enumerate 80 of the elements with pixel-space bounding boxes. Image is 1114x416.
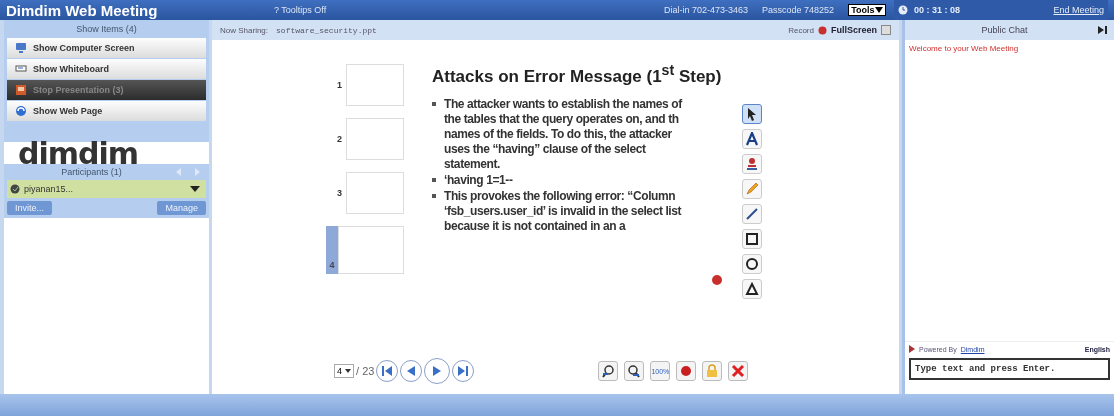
previous-icon <box>405 365 418 377</box>
bullet-icon <box>432 193 436 198</box>
record-icon <box>679 364 694 378</box>
window-title: Dimdim Web Meeting <box>6 1 159 19</box>
dial-in-number: Dial-in 702-473-3463 <box>664 5 749 15</box>
fullscreen-icon[interactable] <box>881 25 891 35</box>
lock-icon <box>705 364 720 378</box>
first-page-icon <box>381 365 394 377</box>
zoom-out-button[interactable] <box>624 361 645 381</box>
caret-icon <box>190 186 200 192</box>
fullscreen-button[interactable]: FullScreen <box>831 25 877 35</box>
bullet-icon <box>432 101 436 106</box>
globe-icon <box>15 105 27 117</box>
close-button[interactable] <box>728 361 749 381</box>
presentation-icon <box>15 84 27 96</box>
panel-title: Public Chat <box>980 25 1029 35</box>
panel-title: Participants (1) <box>60 167 123 177</box>
bullet-text: The attacker wants to establish the names of the tables that the query operates on, and th names of the fields. To do this, the attacker uses the “having” clause of the select statement. <box>444 96 682 172</box>
drawing-tool[interactable] <box>742 254 762 274</box>
panel-title: Show Items (4) <box>75 23 138 36</box>
triangle-icon <box>745 282 759 296</box>
drawing-tool[interactable] <box>742 129 762 149</box>
slide-number: 4 <box>326 226 338 274</box>
letter-icon <box>745 132 759 146</box>
status-check-icon <box>10 184 20 194</box>
page-total: / 23 <box>356 365 375 377</box>
circle-icon <box>745 257 759 271</box>
slide-title: Attacks on Error Message (1$^{st}$ Step) <box>432 62 723 87</box>
tooltips-toggle[interactable]: ? Tooltips Off <box>274 5 664 15</box>
caret-icon <box>345 369 351 373</box>
rectangle-icon <box>745 232 759 246</box>
bullet-text: ‘having 1=1-- <box>444 172 513 188</box>
slide-number: 1 <box>336 80 342 90</box>
slide-thumbnail[interactable] <box>346 118 404 160</box>
bullet-text: This provokes the following error: “Column ‘fsb_users.user_id’ is invalid in the select list because it is not contained in an a <box>444 188 682 234</box>
record-label: Record <box>788 25 814 35</box>
caret-icon <box>875 7 884 13</box>
chat-message: Welcome to your Web Meeting <box>909 44 1020 53</box>
drawing-tool[interactable] <box>742 229 762 249</box>
last-page-icon <box>457 365 470 377</box>
sharing-label: Now Sharing: <box>220 25 269 35</box>
chat-input[interactable]: Type text and press Enter. <box>909 358 1110 380</box>
participant-item[interactable]: piyanan15... <box>7 180 206 198</box>
end-meeting-link[interactable]: End Meeting <box>1053 5 1104 15</box>
zoom-in-button[interactable] <box>598 361 619 381</box>
slide-thumbnail[interactable] <box>346 172 404 214</box>
page-select[interactable]: 4 <box>334 364 354 378</box>
whiteboard-icon <box>15 63 27 75</box>
passcode: Passcode 748252 <box>762 5 835 15</box>
slide-thumbnail[interactable] <box>338 226 404 274</box>
record-button[interactable] <box>676 361 697 381</box>
previous-button[interactable] <box>400 360 423 382</box>
pencil-icon <box>745 182 759 196</box>
tools-menu[interactable]: Tools <box>848 4 887 16</box>
arrow-icon[interactable] <box>1098 26 1108 34</box>
magnifier-icon <box>627 364 642 378</box>
drawing-tool[interactable] <box>742 104 762 124</box>
close-icon <box>731 364 746 378</box>
share-option[interactable]: Show Whiteboard <box>7 59 206 79</box>
meeting-timer: 00 : 31 : 08 <box>914 5 961 15</box>
first-page-button[interactable] <box>376 360 399 382</box>
share-option[interactable]: Show Web Page <box>7 101 206 121</box>
file-name: software_security.ppt <box>276 25 377 35</box>
slide-thumbnail[interactable] <box>346 64 404 106</box>
record-icon[interactable] <box>818 25 827 35</box>
drawing-tool[interactable] <box>742 279 762 299</box>
next-button[interactable] <box>424 358 451 384</box>
drawing-tool[interactable] <box>742 204 762 224</box>
share-option[interactable]: Show Computer Screen <box>7 38 206 58</box>
stamp-icon <box>745 157 759 171</box>
slide-number: 3 <box>336 188 342 198</box>
clock-icon <box>898 5 908 15</box>
line-icon <box>745 207 759 221</box>
bullet-icon <box>432 177 436 182</box>
last-page-button[interactable] <box>452 360 475 382</box>
magnifier-icon <box>601 364 616 378</box>
logo: dimdim <box>17 142 140 164</box>
slide-number: 2 <box>336 134 342 144</box>
monitor-icon <box>15 42 27 54</box>
pointer-dot-icon <box>712 274 722 285</box>
